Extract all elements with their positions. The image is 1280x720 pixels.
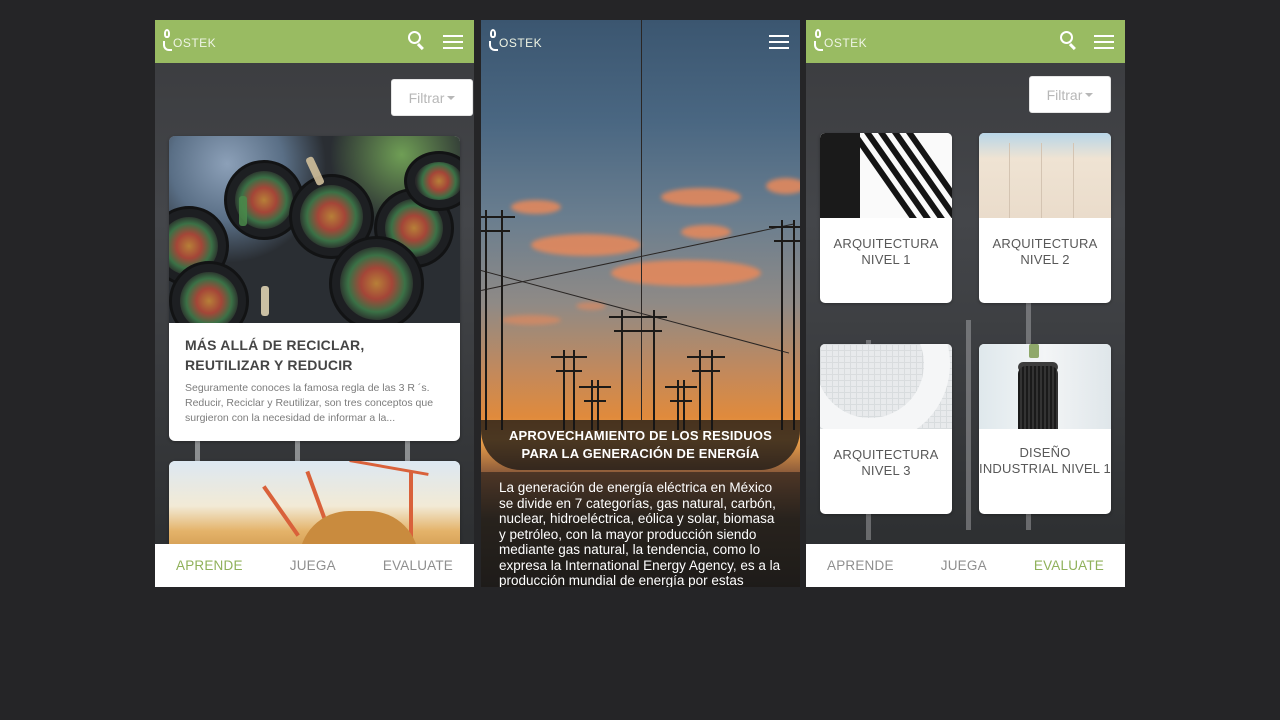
top-bar: OSTEK bbox=[806, 20, 1125, 63]
card-title: MÁS ALLÁ DE RECICLAR, REUTILIZAR Y REDUC… bbox=[185, 337, 365, 373]
article-card[interactable]: MÁS ALLÁ DE RECICLAR, REUTILIZAR Y REDUC… bbox=[169, 136, 460, 441]
article-body: La generación de energía eléctrica en Mé… bbox=[499, 480, 781, 587]
course-card-diseno-industrial-1[interactable]: DISEÑO INDUSTRIAL NIVEL 1 bbox=[979, 344, 1111, 514]
nav-juega[interactable]: JUEGA bbox=[290, 558, 336, 573]
menu-icon[interactable] bbox=[443, 35, 463, 49]
filter-button[interactable]: Filtrar bbox=[391, 79, 473, 116]
menu-icon[interactable] bbox=[769, 35, 789, 49]
search-icon[interactable] bbox=[1060, 31, 1076, 47]
screen-aprende-list: OSTEK Filtrar MÁS ALLÁ DE RECICLAR, REUT… bbox=[155, 20, 474, 587]
article-title-banner: APROVECHAMIENTO DE LOS RESIDUOS PARA LA … bbox=[481, 420, 800, 470]
course-image bbox=[820, 133, 952, 218]
filter-label: Filtrar bbox=[408, 89, 445, 106]
logo-text: OSTEK bbox=[824, 36, 868, 50]
course-card-arquitectura-1[interactable]: ARQUITECTURA NIVEL 1 bbox=[820, 133, 952, 303]
nav-evaluate[interactable]: EVALUATE bbox=[1034, 558, 1104, 573]
logo-text: OSTEK bbox=[499, 36, 543, 50]
menu-icon[interactable] bbox=[1094, 35, 1114, 49]
logo[interactable]: OSTEK bbox=[489, 29, 542, 51]
course-label: ARQUITECTURA NIVEL 1 bbox=[833, 236, 939, 267]
screen-evaluate-courses: OSTEK Filtrar ARQUITECTURA NIVEL 1 ARQUI… bbox=[806, 20, 1125, 587]
logo[interactable]: OSTEK bbox=[163, 29, 216, 51]
top-bar: OSTEK bbox=[155, 20, 474, 63]
logo-text: OSTEK bbox=[173, 36, 217, 50]
recycling-image bbox=[169, 136, 460, 323]
card-excerpt: Seguramente conoces la famosa regla de l… bbox=[185, 382, 434, 424]
bottom-nav: APRENDE JUEGA EVALUATE bbox=[155, 544, 474, 587]
logo-icon bbox=[163, 29, 172, 51]
search-icon[interactable] bbox=[408, 31, 424, 47]
course-image bbox=[979, 133, 1111, 218]
article-title: APROVECHAMIENTO DE LOS RESIDUOS PARA LA … bbox=[508, 428, 773, 461]
bottom-nav: APRENDE JUEGA EVALUATE bbox=[806, 544, 1125, 587]
logo-icon bbox=[489, 29, 498, 51]
nav-aprende[interactable]: APRENDE bbox=[827, 558, 894, 573]
article-body-panel: La generación de energía eléctrica en Mé… bbox=[481, 472, 800, 587]
nav-aprende[interactable]: APRENDE bbox=[176, 558, 243, 573]
course-image bbox=[979, 344, 1111, 429]
course-card-arquitectura-3[interactable]: ARQUITECTURA NIVEL 3 bbox=[820, 344, 952, 514]
filter-button[interactable]: Filtrar bbox=[1029, 76, 1111, 113]
top-bar: OSTEK bbox=[481, 20, 800, 63]
nav-juega[interactable]: JUEGA bbox=[941, 558, 987, 573]
screen-article-detail: OSTEK APROVECHAMIENTO DE LOS RESIDUOS PA… bbox=[481, 20, 800, 587]
caret-down-icon bbox=[447, 96, 456, 100]
course-label: ARQUITECTURA NIVEL 2 bbox=[992, 236, 1098, 267]
filter-label: Filtrar bbox=[1046, 86, 1083, 103]
logo[interactable]: OSTEK bbox=[814, 29, 867, 51]
course-card-arquitectura-2[interactable]: ARQUITECTURA NIVEL 2 bbox=[979, 133, 1111, 303]
nav-evaluate[interactable]: EVALUATE bbox=[383, 558, 453, 573]
course-label: ARQUITECTURA NIVEL 3 bbox=[833, 447, 939, 478]
caret-down-icon bbox=[1085, 93, 1094, 97]
logo-icon bbox=[814, 29, 823, 51]
course-image bbox=[820, 344, 952, 429]
course-label: DISEÑO INDUSTRIAL NIVEL 1 bbox=[979, 445, 1111, 476]
